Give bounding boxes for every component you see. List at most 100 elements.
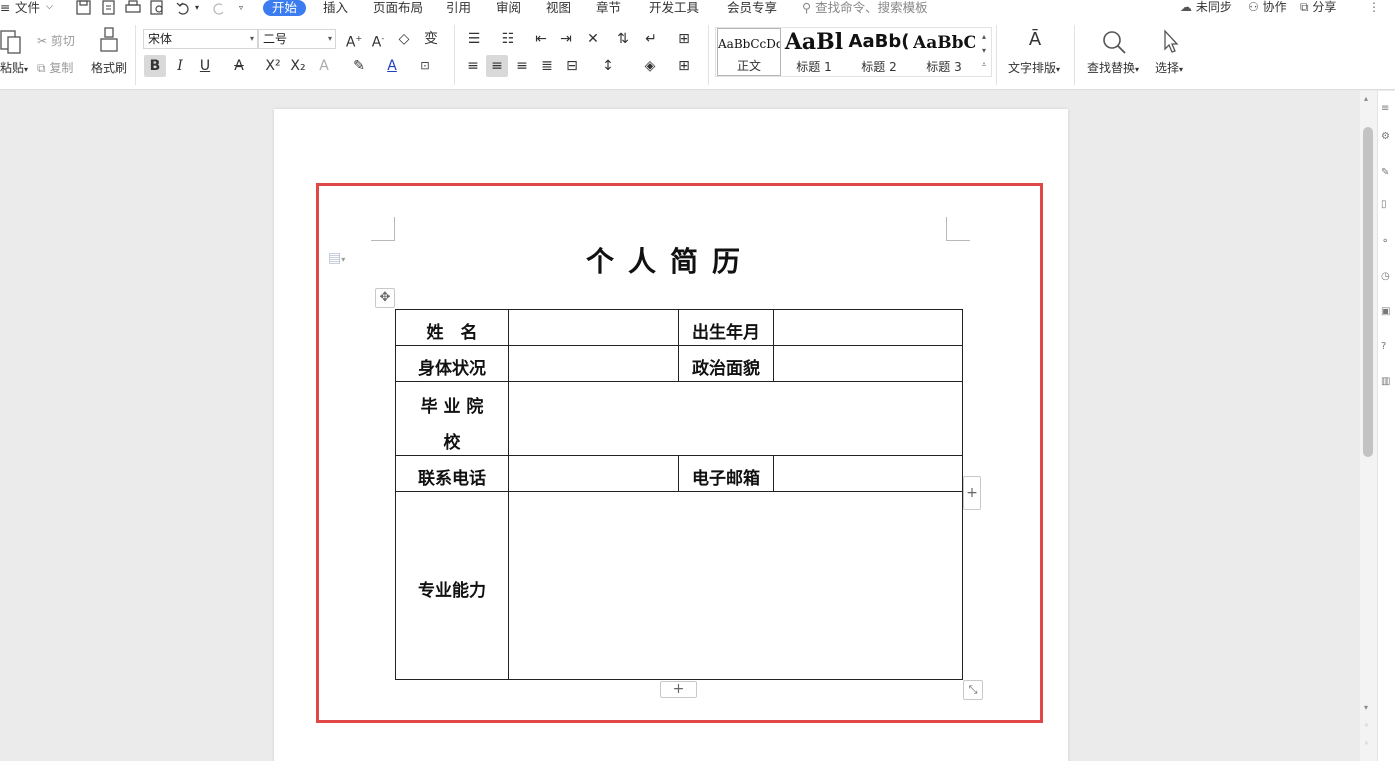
tab-home[interactable]: 开始 [263, 0, 307, 16]
styles-more-icon[interactable]: ⩡ [978, 58, 990, 72]
style-heading-1[interactable]: AaBl 标题 1 [783, 28, 845, 76]
vertical-scrollbar[interactable]: ▴ ▾ ◦ ◦ [1360, 91, 1377, 761]
paste-icon[interactable] [0, 27, 22, 55]
rail-help-icon[interactable]: ? [1381, 341, 1393, 353]
align-left-icon[interactable]: ≡ [462, 55, 484, 77]
copy-label: 复制 [49, 61, 74, 75]
share-button[interactable]: ⧉ 分享 [1300, 0, 1336, 17]
rail-settings-icon[interactable]: ≡ [1381, 103, 1393, 115]
next-page-icon[interactable]: ◦ [1364, 739, 1369, 748]
italic-icon[interactable]: I [169, 55, 191, 77]
font-name-select[interactable]: 宋体 ▾ [143, 29, 258, 49]
find-replace-label: 查找替换 [1087, 61, 1136, 75]
styles-scroll-controls[interactable]: ▴ ▾ ⩡ [978, 30, 990, 72]
underline-icon[interactable]: U [194, 55, 216, 77]
collaborate-button[interactable]: ⚇ 协作 [1248, 0, 1287, 17]
show-hide-marks-icon[interactable]: ↵ [640, 28, 662, 50]
rail-edit-icon[interactable]: ✎ [1381, 167, 1393, 179]
phonetic-guide-icon[interactable]: 变 [420, 28, 442, 50]
select-button[interactable]: 选择▾ [1155, 59, 1183, 76]
tab-insert[interactable]: 插入 [323, 0, 348, 17]
borders-icon[interactable]: ⊞ [673, 55, 695, 77]
tab-view[interactable]: 视图 [546, 0, 571, 17]
align-right-icon[interactable]: ≡ [511, 55, 533, 77]
cloud-icon: ☁ [1180, 0, 1192, 14]
styles-up-icon[interactable]: ▴ [978, 30, 990, 44]
decrease-indent-icon[interactable]: ⇤ [530, 28, 552, 50]
character-border-icon[interactable]: ⊡ [414, 55, 436, 77]
paste-button[interactable]: 粘贴▾ [0, 59, 28, 76]
style-heading-2[interactable]: AaBb( 标题 2 [847, 28, 911, 76]
more-options-icon[interactable]: ⋮ [1368, 0, 1380, 17]
print-preview-icon[interactable] [149, 0, 167, 16]
tab-review[interactable]: 审阅 [496, 0, 521, 17]
styles-down-icon[interactable]: ▾ [978, 44, 990, 58]
save-icon[interactable] [75, 0, 93, 16]
magnifier-icon[interactable] [1101, 29, 1127, 55]
file-menu[interactable]: 文件 [15, 0, 40, 17]
scroll-down-icon[interactable]: ▾ [1364, 703, 1368, 712]
increase-indent-icon[interactable]: ⇥ [555, 28, 577, 50]
decrease-font-size-icon[interactable]: A- [367, 28, 389, 51]
file-menu-chevron-down-icon[interactable]: ⌵ [46, 0, 53, 17]
find-replace-button[interactable]: 查找替换▾ [1087, 59, 1139, 76]
superscript-icon[interactable]: X² [262, 55, 284, 77]
tab-page-layout[interactable]: 页面布局 [373, 0, 423, 17]
undo-icon[interactable] [175, 0, 193, 16]
justify-icon[interactable]: ≣ [536, 55, 558, 77]
copy-button[interactable]: ⧉ 复制 [37, 59, 73, 76]
cut-button[interactable]: ✂ 剪切 [37, 32, 75, 49]
bullet-list-icon[interactable]: ☰ [463, 28, 485, 50]
rail-style-icon[interactable]: ⚙ [1381, 131, 1393, 143]
chinese-layout-icon[interactable]: ✕ [582, 28, 604, 50]
previous-page-icon[interactable]: ◦ [1364, 721, 1369, 730]
hamburger-menu-icon[interactable]: ≡ [0, 0, 10, 17]
tab-references[interactable]: 引用 [446, 0, 471, 17]
font-size-select[interactable]: 二号 ▾ [258, 29, 336, 49]
text-layout-button[interactable]: 文字排版▾ [1008, 59, 1060, 76]
scroll-up-icon[interactable]: ▴ [1364, 94, 1368, 103]
redo-icon[interactable] [209, 0, 227, 16]
line-spacing-icon[interactable]: ↕ [597, 55, 619, 77]
format-painter-label[interactable]: 格式刷 [91, 59, 127, 76]
rail-table-icon[interactable]: ▥ [1381, 376, 1393, 388]
rail-image-icon[interactable]: ▣ [1381, 306, 1393, 318]
subscript-icon[interactable]: X₂ [287, 55, 309, 77]
sort-icon[interactable]: ⇅ [612, 28, 634, 50]
style-normal[interactable]: AaBbCcDd 正文 [717, 28, 781, 76]
ribbon-toolbar: 粘贴▾ ✂ 剪切 ⧉ 复制 格式刷 宋体 ▾ 二号 ▾ A+ A- ◇ 变 B … [0, 17, 1395, 90]
text-effect-icon[interactable]: A [313, 55, 335, 77]
export-pdf-icon[interactable] [100, 0, 118, 16]
shading-icon[interactable]: ◈ [639, 55, 661, 77]
tab-developer-tools[interactable]: 开发工具 [649, 0, 699, 17]
tab-stops-icon[interactable]: ⊞ [673, 28, 695, 50]
style-heading-3[interactable]: AaBbC 标题 3 [913, 28, 975, 76]
tab-chapter[interactable]: 章节 [596, 0, 621, 17]
increase-font-size-icon[interactable]: A+ [343, 28, 365, 51]
ribbon-separator [135, 25, 136, 85]
format-painter-icon[interactable] [99, 27, 119, 53]
distributed-align-icon[interactable]: ⊟ [561, 55, 583, 77]
sync-status[interactable]: ☁ 未同步 [1180, 0, 1232, 17]
font-color-icon[interactable]: A [381, 55, 403, 77]
strikethrough-icon[interactable]: A [228, 55, 250, 77]
tab-member-exclusive[interactable]: 会员专享 [727, 0, 777, 17]
clear-format-icon[interactable]: ◇ [393, 28, 415, 50]
align-center-icon[interactable]: ≡ [486, 55, 508, 77]
style-normal-sample: AaBbCcDd [718, 37, 780, 51]
command-search[interactable]: ⚲ 查找命令、搜索模板 [802, 0, 928, 17]
numbered-list-icon[interactable]: ☷ [497, 28, 519, 50]
scrollbar-thumb[interactable] [1363, 127, 1373, 457]
collaborate-label: 协作 [1262, 0, 1287, 14]
rail-document-icon[interactable]: ▯ [1381, 199, 1393, 211]
rail-shape-icon[interactable]: ⚬ [1381, 236, 1393, 248]
undo-dropdown-icon[interactable]: ▾ [195, 0, 199, 17]
print-icon[interactable] [124, 0, 142, 16]
cursor-arrow-icon[interactable] [1162, 29, 1180, 55]
rail-clock-icon[interactable]: ◷ [1381, 271, 1393, 283]
font-name-value: 宋体 [148, 32, 173, 46]
bold-icon[interactable]: B [144, 55, 166, 77]
highlight-icon[interactable]: ✎ [348, 55, 370, 77]
quick-access-more-icon[interactable]: ▿ [239, 0, 243, 17]
text-layout-icon[interactable]: Ā [1024, 29, 1046, 51]
